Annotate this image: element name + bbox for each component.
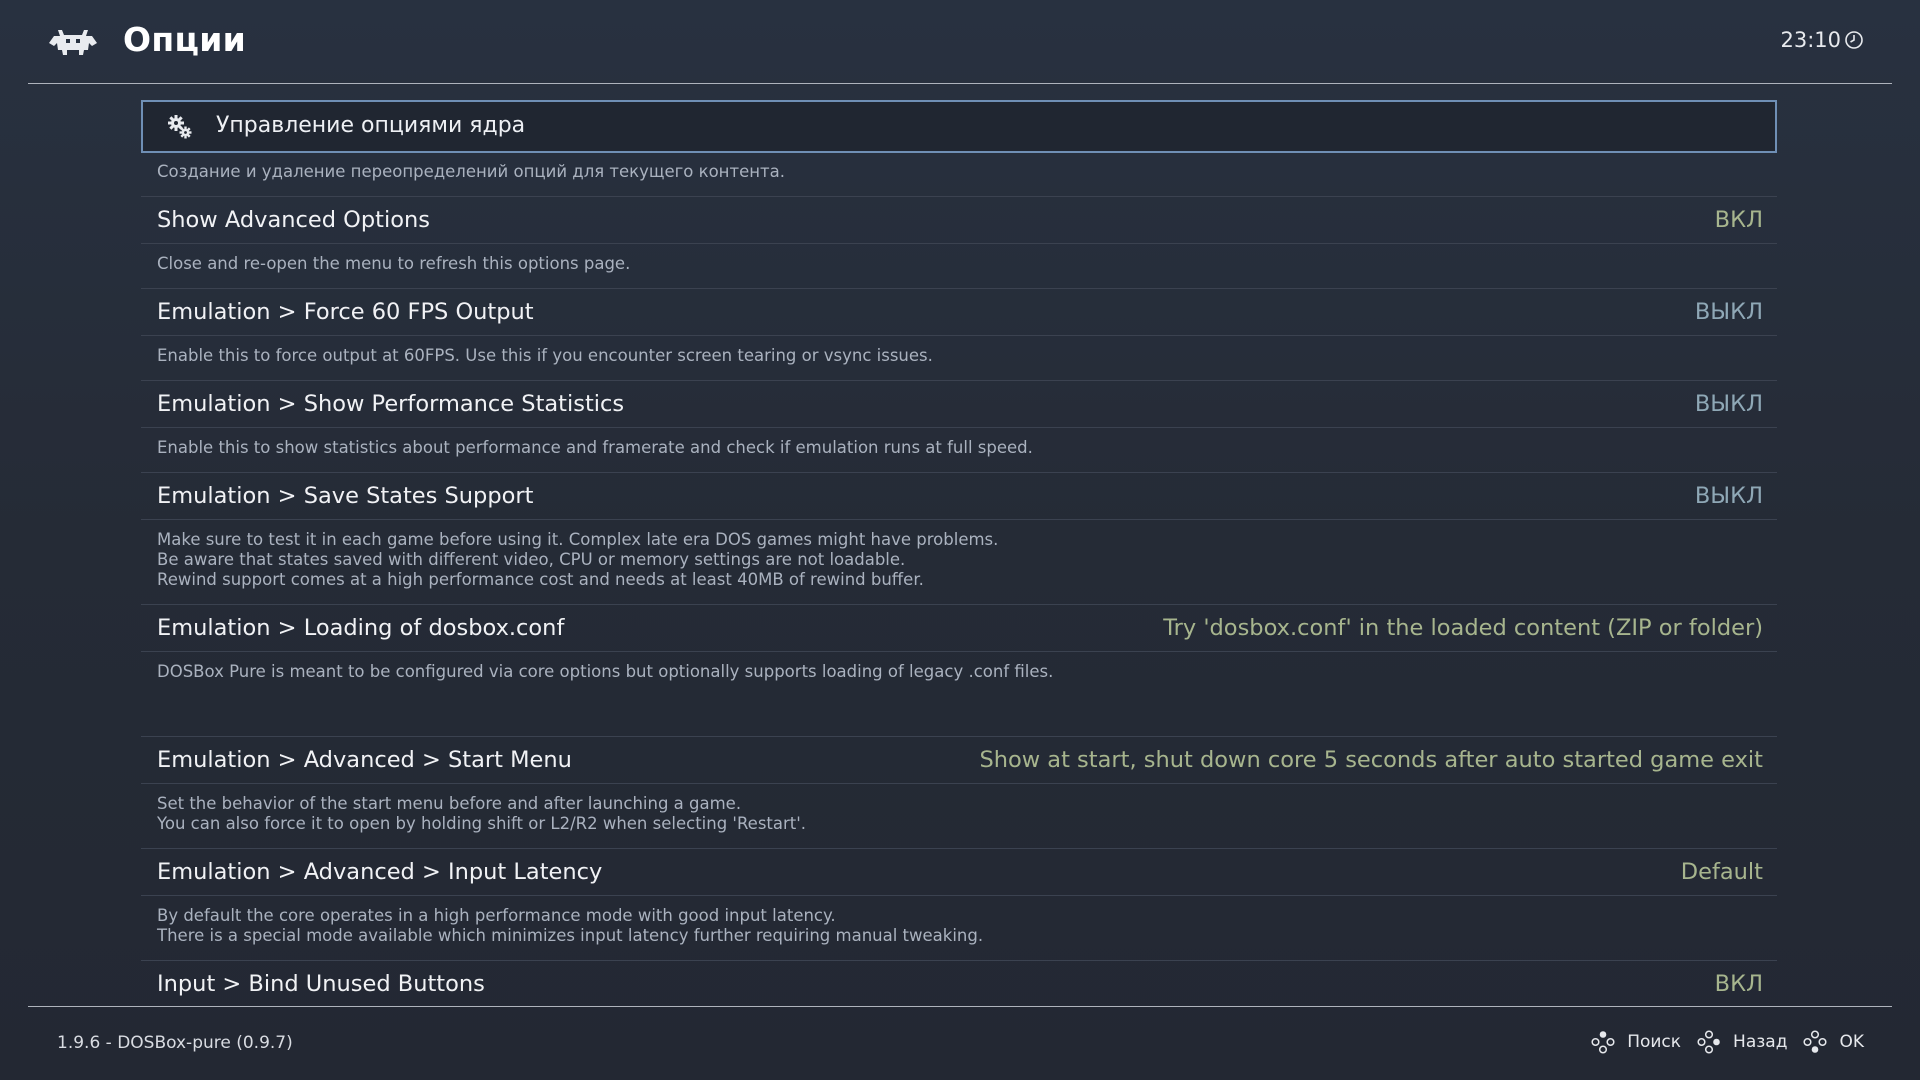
core-options-manager-item[interactable]: Управление опциями ядра (141, 100, 1777, 153)
core-options-manager-label: Управление опциями ядра (216, 113, 526, 138)
back-label: Назад (1733, 1032, 1788, 1052)
option-value: Show at start, shut down core 5 seconds … (979, 747, 1763, 773)
option-description: Enable this to force output at 60FPS. Us… (157, 346, 933, 365)
ok-label: OK (1839, 1032, 1864, 1052)
option-description: Make sure to test it in each game before… (157, 530, 999, 589)
options-screen: Опции 23:10 Управление опциями ядра Созд… (0, 0, 1920, 1080)
clock-icon (1845, 31, 1863, 49)
option-force-60fps-output[interactable]: Emulation > Force 60 FPS Output ВЫКЛ (141, 288, 1777, 336)
gamepad-buttons-icon (1697, 1030, 1720, 1054)
gamepad-buttons-icon (1803, 1030, 1828, 1053)
ok-action[interactable]: OK (1803, 1030, 1864, 1054)
option-value: Try 'dosbox.conf' in the loaded content … (1163, 615, 1763, 641)
footer-actions: Поиск Назад OK (1575, 1030, 1864, 1054)
footer-divider (28, 1006, 1892, 1007)
option-description: DOSBox Pure is meant to be configured vi… (157, 662, 1054, 681)
option-value: ВЫКЛ (1694, 299, 1763, 325)
option-label: Show Advanced Options (157, 207, 430, 233)
search-label: Поиск (1627, 1032, 1682, 1052)
option-input-latency[interactable]: Emulation > Advanced > Input Latency Def… (141, 848, 1777, 896)
option-description: By default the core operates in a high p… (157, 906, 984, 945)
back-action[interactable]: Назад (1697, 1030, 1787, 1054)
option-value: ВЫКЛ (1694, 391, 1763, 417)
gears-icon (168, 115, 192, 139)
option-value: ВЫКЛ (1694, 483, 1763, 509)
option-value: ВКЛ (1714, 207, 1763, 233)
option-save-states-support[interactable]: Emulation > Save States Support ВЫКЛ (141, 472, 1777, 520)
option-description: Enable this to show statistics about per… (157, 438, 1033, 457)
clock: 23:10 (1780, 28, 1864, 52)
option-label: Emulation > Advanced > Start Menu (157, 747, 572, 773)
option-value: Default (1680, 859, 1763, 885)
gamepad-buttons-icon (1591, 1031, 1615, 1054)
option-loading-dosbox-conf[interactable]: Emulation > Loading of dosbox.conf Try '… (141, 604, 1777, 652)
option-label: Input > Bind Unused Buttons (157, 971, 485, 997)
header-divider (28, 83, 1892, 84)
option-label: Emulation > Save States Support (157, 483, 534, 509)
version-info: 1.9.6 - DOSBox-pure (0.9.7) (57, 1033, 293, 1053)
option-label: Emulation > Force 60 FPS Output (157, 299, 534, 325)
option-show-advanced-options[interactable]: Show Advanced Options ВКЛ (141, 196, 1777, 244)
option-label: Emulation > Advanced > Input Latency (157, 859, 603, 885)
header: Опции 23:10 (0, 0, 1920, 84)
option-label: Emulation > Loading of dosbox.conf (157, 615, 565, 641)
option-show-performance-statistics[interactable]: Emulation > Show Performance Statistics … (141, 380, 1777, 428)
option-start-menu[interactable]: Emulation > Advanced > Start Menu Show a… (141, 736, 1777, 784)
search-action[interactable]: Поиск (1591, 1030, 1681, 1054)
clock-time: 23:10 (1780, 28, 1841, 52)
option-description: Set the behavior of the start menu befor… (157, 794, 807, 833)
option-bind-unused-buttons[interactable]: Input > Bind Unused Buttons ВКЛ (141, 960, 1777, 1007)
option-description: Close and re-open the menu to refresh th… (157, 254, 631, 273)
retroarch-logo-icon (49, 30, 97, 55)
core-options-manager-description: Создание и удаление переопределений опци… (157, 162, 785, 181)
option-value: ВКЛ (1714, 971, 1763, 997)
page-title: Опции (123, 20, 247, 59)
option-label: Emulation > Show Performance Statistics (157, 391, 625, 417)
